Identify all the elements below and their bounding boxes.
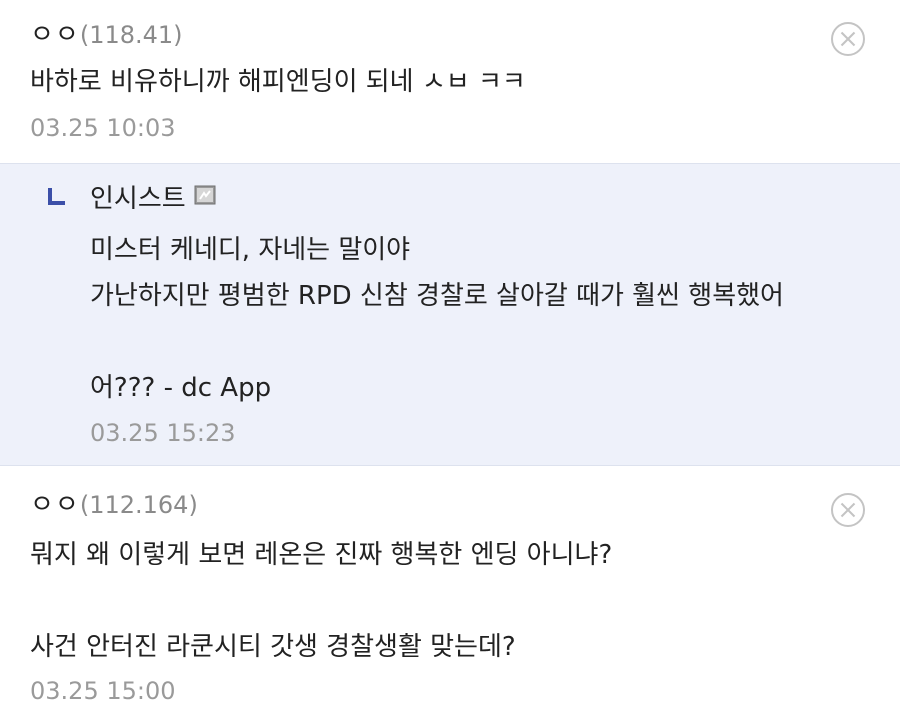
comment-body: 뭐지 왜 이렇게 보면 레온은 진짜 행복한 엔딩 아니냐? 사건 안터진 라쿤… bbox=[30, 540, 613, 662]
reply-author: 인시스트 bbox=[90, 182, 216, 216]
comment-author: ㅇㅇ(118.41) bbox=[30, 18, 183, 52]
comment-ip: (112.164) bbox=[79, 491, 198, 519]
fixed-nick-icon bbox=[194, 185, 216, 205]
comment-body: 바하로 비유하니까 해피엔딩이 되네 ㅅㅂ ㅋㅋ bbox=[30, 67, 526, 97]
reply-date: 03.25 15:23 bbox=[90, 419, 236, 447]
comment-date: 03.25 15:00 bbox=[30, 677, 176, 705]
delete-comment-icon[interactable] bbox=[830, 21, 866, 57]
reply-nickname[interactable]: 인시스트 bbox=[90, 184, 186, 214]
comment-date: 03.25 10:03 bbox=[30, 114, 176, 142]
reply-body: 미스터 케네디, 자네는 말이야 가난하지만 평범한 RPD 신참 경찰로 살아… bbox=[90, 235, 784, 403]
reply-arrow-icon bbox=[48, 188, 65, 205]
comment-ip: (118.41) bbox=[79, 21, 183, 49]
comment-item: ㅇㅇ(112.164) 뭐지 왜 이렇게 보면 레온은 진짜 행복한 엔딩 아니… bbox=[0, 466, 900, 723]
delete-comment-icon[interactable] bbox=[830, 492, 866, 528]
comment-author: ㅇㅇ(112.164) bbox=[30, 488, 198, 522]
comment-nickname[interactable]: ㅇㅇ bbox=[30, 20, 80, 50]
comment-nickname[interactable]: ㅇㅇ bbox=[30, 490, 80, 520]
comment-item: ㅇㅇ(118.41) 바하로 비유하니까 해피엔딩이 되네 ㅅㅂ ㅋㅋ 03.2… bbox=[0, 0, 900, 163]
